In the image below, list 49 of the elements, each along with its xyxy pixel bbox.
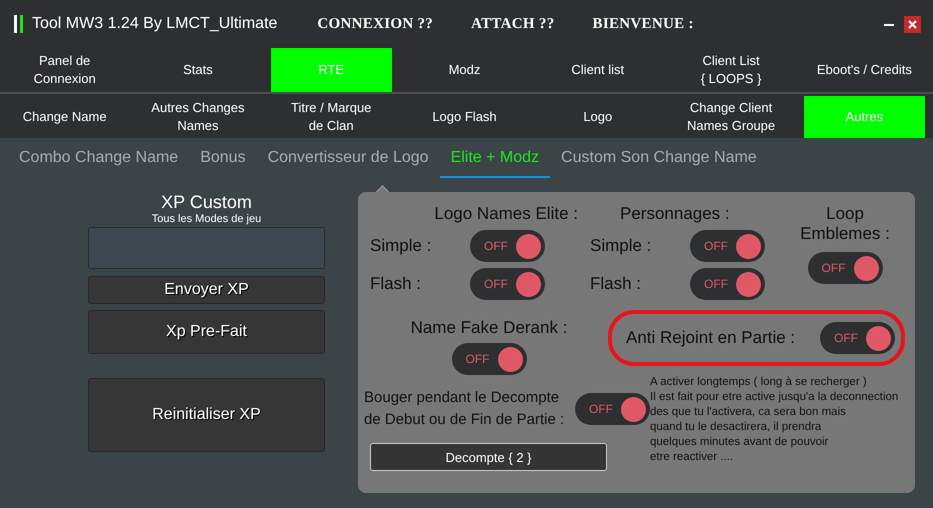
nav-tab[interactable]: Titre / Marque de Clan bbox=[270, 96, 392, 138]
toggle-switch[interactable]: OFF bbox=[470, 268, 545, 300]
nav-tab[interactable]: Panel de Connexion bbox=[4, 48, 126, 92]
info-note: A activer longtemps ( long à se recherger ) Il est fait pour etre active jusqu'a la deconnection des que tu l'activera, ca sera bon mais quand tu le desactirera, il prendra quelques minutes avant de pouvoir etre reactiver .... bbox=[650, 375, 900, 465]
section-title: XP Custom bbox=[160, 192, 253, 213]
xp-input-field[interactable] bbox=[88, 227, 325, 269]
toggle-switch[interactable]: OFF bbox=[690, 230, 765, 262]
status-label: ATTACH ?? bbox=[471, 16, 555, 32]
option-label: Name Fake Derank : bbox=[410, 318, 568, 338]
option-label: Simple : bbox=[590, 236, 652, 256]
toggle-switch[interactable]: OFF bbox=[820, 322, 895, 354]
option-label: Simple : bbox=[370, 236, 432, 256]
nav-tab[interactable]: Stats bbox=[137, 48, 259, 92]
nav-tab[interactable]: Change Name bbox=[4, 96, 126, 138]
toggle-switch[interactable]: OFF bbox=[690, 268, 765, 300]
option-label: Flash : bbox=[370, 274, 422, 294]
window-title: Tool MW3 1.24 By LMCT_Ultimate bbox=[32, 15, 278, 33]
logo-icon bbox=[14, 15, 24, 33]
toggle-switch[interactable]: OFF bbox=[452, 343, 526, 375]
option-label: Flash : bbox=[590, 274, 642, 294]
nav-tab[interactable]: Logo bbox=[537, 96, 658, 138]
option-label: Bouger pendant le Decompte de Debut ou de Fin de Partie : bbox=[364, 388, 566, 430]
nav-tab[interactable]: Modz bbox=[404, 48, 526, 92]
mode-tab[interactable]: Elite + Modz bbox=[440, 140, 550, 178]
section-subtitle: Tous les Modes de jeu bbox=[150, 213, 262, 225]
mode-tab[interactable]: Custom Son Change Name bbox=[550, 140, 768, 178]
close-icon[interactable] bbox=[904, 16, 921, 32]
mode-tab[interactable]: Bonus bbox=[189, 140, 257, 178]
group-title: Logo Names Elite : bbox=[433, 204, 579, 224]
toggle-switch[interactable]: OFF bbox=[808, 252, 882, 284]
countdown-button[interactable]: Decompte { 2 } bbox=[370, 443, 607, 471]
status-label: BIENVENUE : bbox=[592, 16, 694, 32]
mode-tab[interactable]: Combo Change Name bbox=[8, 140, 190, 178]
toggle-switch[interactable]: OFF bbox=[470, 230, 545, 262]
status-label: CONNEXION ?? bbox=[317, 16, 434, 32]
action-button[interactable]: Reinitialiser XP bbox=[88, 378, 325, 452]
nav-tab[interactable]: Client List { LOOPS } bbox=[670, 48, 792, 92]
nav-tab[interactable]: Change Client Names Groupe bbox=[670, 96, 792, 138]
mode-tab[interactable]: Convertisseur de Logo bbox=[256, 140, 440, 178]
toggle-switch[interactable]: OFF bbox=[575, 393, 650, 425]
nav-tab[interactable]: Client list bbox=[537, 48, 658, 92]
nav-tab[interactable]: Logo Flash bbox=[404, 96, 526, 138]
option-label: Anti Rejoint en Partie : bbox=[626, 328, 796, 348]
action-button[interactable]: Envoyer XP bbox=[88, 276, 325, 304]
nav-tab[interactable]: Autres Changes Names bbox=[137, 96, 259, 138]
group-title: Personnages : bbox=[619, 204, 731, 224]
group-title: Loop Emblemes : bbox=[799, 204, 891, 244]
action-button[interactable]: Xp Pre-Fait bbox=[88, 310, 325, 354]
nav-tab[interactable]: Eboot's / Credits bbox=[804, 48, 925, 92]
